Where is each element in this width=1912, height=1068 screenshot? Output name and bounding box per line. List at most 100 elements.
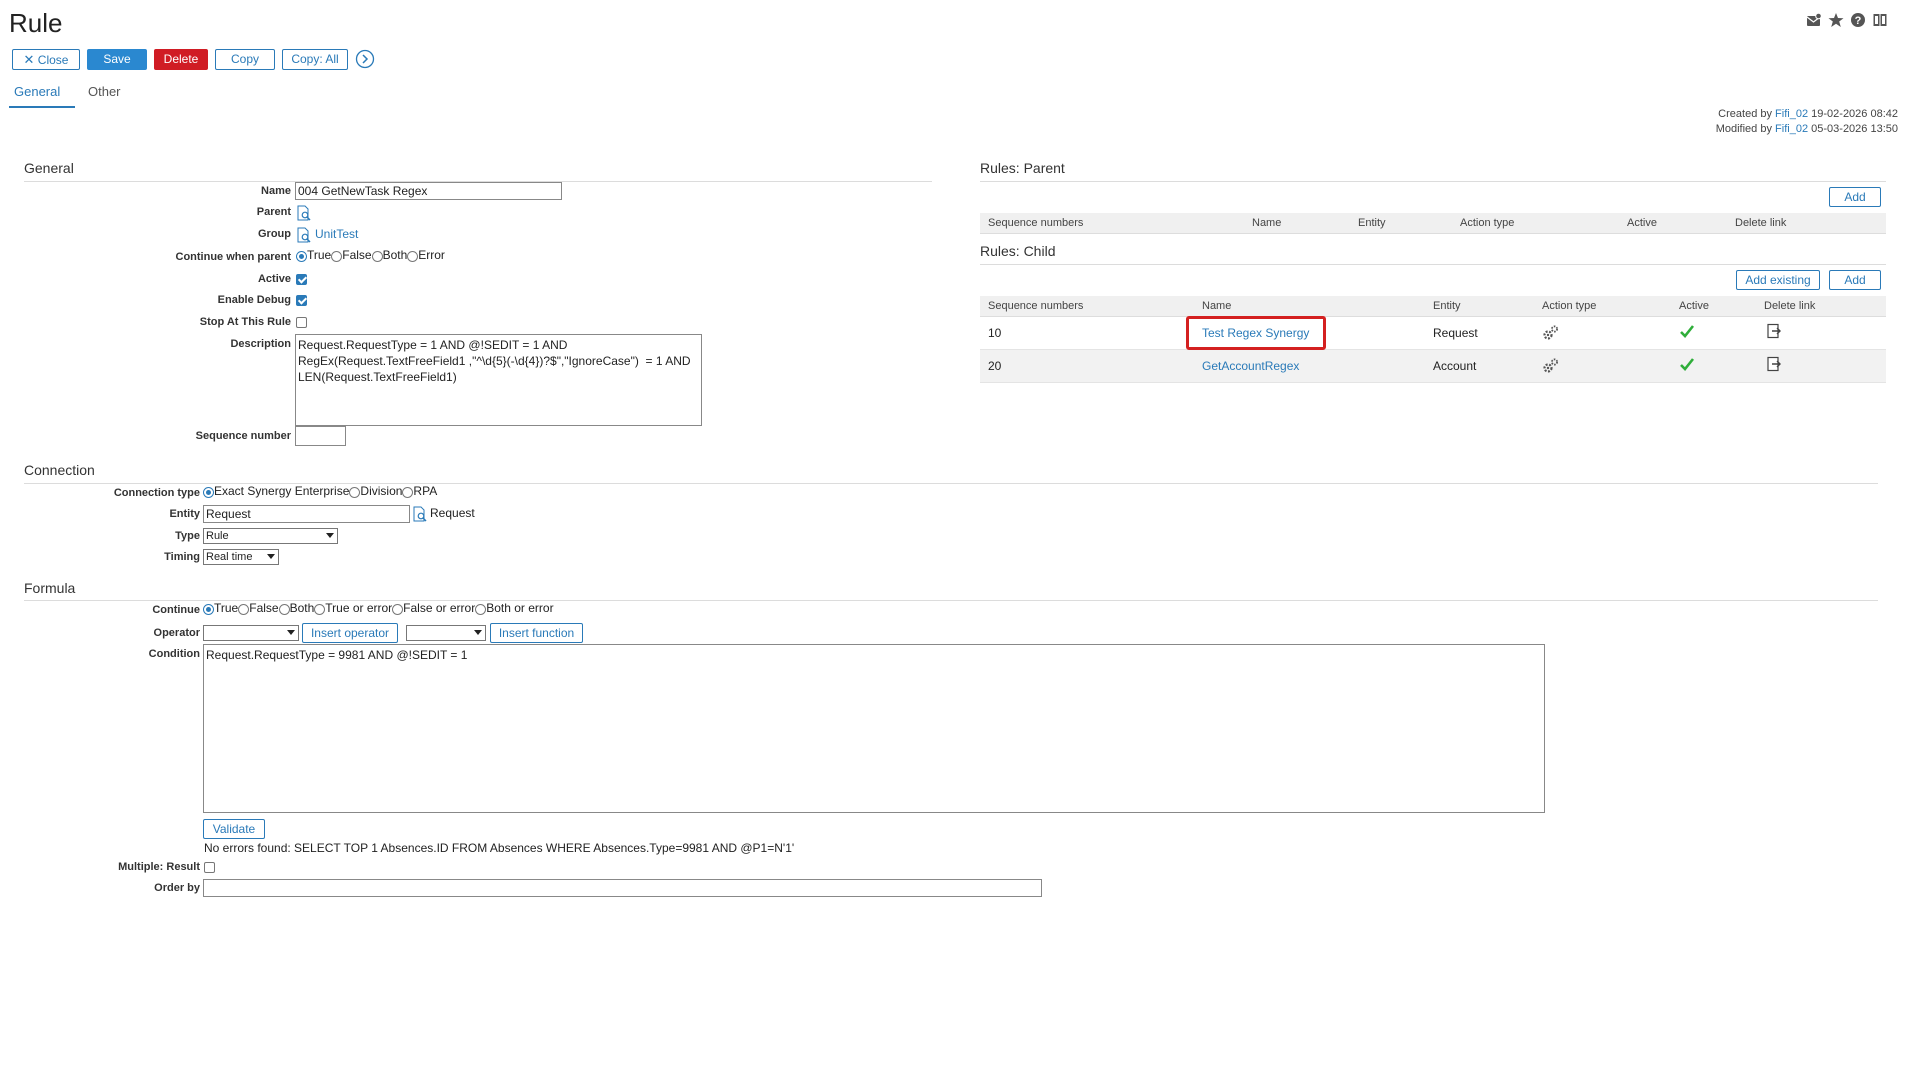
- timing-select[interactable]: Real time: [203, 549, 279, 565]
- validate-button[interactable]: Validate: [203, 819, 265, 839]
- order-by-input[interactable]: [203, 879, 1042, 897]
- entity-input[interactable]: Request: [203, 505, 410, 523]
- table-row: 10 Test Regex Synergy Request: [980, 317, 1886, 350]
- validation-message: No errors found: SELECT TOP 1 Absences.I…: [204, 841, 795, 855]
- name-label: Name: [261, 185, 291, 197]
- formula-both-or-error-option[interactable]: Both or error: [475, 601, 554, 615]
- envelope-icon[interactable]: [1806, 12, 1822, 28]
- entity-lookup-text: Request: [430, 506, 475, 520]
- help-icon[interactable]: ?: [1850, 12, 1866, 28]
- group-link[interactable]: UnitTest: [315, 227, 358, 241]
- col-name: Name: [1202, 300, 1232, 312]
- active-check-icon: [1679, 356, 1695, 375]
- copy-all-button[interactable]: Copy: All: [282, 49, 348, 70]
- continue-parent-both-option[interactable]: Both: [371, 248, 407, 262]
- col-sequence-numbers: Sequence numbers: [988, 217, 1084, 229]
- active-tab-indicator: [9, 106, 75, 108]
- stop-at-rule-checkbox[interactable]: [296, 317, 307, 328]
- col-name: Name: [1252, 217, 1282, 229]
- save-button[interactable]: Save: [87, 49, 147, 70]
- col-entity: Entity: [1433, 300, 1461, 312]
- sequence-number-label: Sequence number: [195, 430, 291, 442]
- connection-ese-option[interactable]: Exact Synergy Enterprise: [203, 484, 349, 498]
- continue-parent-true-option[interactable]: True: [296, 248, 331, 262]
- formula-both-option[interactable]: Both: [278, 601, 314, 615]
- formula-true-option[interactable]: True: [203, 601, 238, 615]
- stop-at-rule-label: Stop At This Rule: [199, 316, 291, 328]
- page-title: Rule: [9, 8, 63, 38]
- formula-true-or-error-option[interactable]: True or error: [314, 601, 392, 615]
- connection-section-title: Connection: [24, 462, 95, 478]
- formula-continue-radio-group: True False Both True or error False or e…: [203, 601, 554, 615]
- connection-division-option[interactable]: Division: [349, 484, 402, 498]
- close-button[interactable]: ✕ Close: [12, 49, 80, 70]
- col-active: Active: [1627, 217, 1657, 229]
- col-delete-link: Delete link: [1735, 217, 1787, 229]
- function-select[interactable]: [406, 625, 486, 641]
- created-user-link[interactable]: Fifi_02: [1775, 108, 1808, 120]
- formula-false-or-error-option[interactable]: False or error: [392, 601, 475, 615]
- header-icons: ?: [1806, 12, 1888, 28]
- col-sequence-numbers: Sequence numbers: [988, 300, 1084, 312]
- delete-link-icon[interactable]: [1766, 356, 1782, 375]
- tab-other[interactable]: Other: [88, 84, 121, 99]
- delete-button[interactable]: Delete: [154, 49, 208, 70]
- continue-parent-error-option[interactable]: Error: [407, 248, 445, 262]
- modified-info: Modified by Fifi_02 05-03-2026 13:50: [1715, 123, 1898, 135]
- connection-rpa-option[interactable]: RPA: [402, 484, 437, 498]
- continue-parent-false-option[interactable]: False: [331, 248, 372, 262]
- rules-parent-table-header: Sequence numbers Name Entity Action type…: [980, 213, 1886, 234]
- name-input[interactable]: 004 GetNewTask Regex: [295, 182, 562, 200]
- rules-parent-add-button[interactable]: Add: [1829, 187, 1881, 207]
- row-sequence: 10: [988, 326, 1002, 340]
- connection-type-radio-group: Exact Synergy Enterprise Division RPA: [203, 484, 437, 498]
- close-icon: ✕: [23, 52, 35, 67]
- created-info: Created by Fifi_02 19-02-2026 08:42: [1718, 108, 1898, 120]
- chevron-down-icon: [474, 630, 482, 635]
- chevron-down-icon: [267, 554, 275, 559]
- active-check-icon: [1679, 323, 1695, 342]
- active-label: Active: [257, 273, 291, 285]
- row-entity: Account: [1433, 359, 1477, 373]
- rules-child-add-button[interactable]: Add: [1829, 270, 1881, 290]
- active-checkbox[interactable]: [296, 274, 307, 285]
- formula-false-option[interactable]: False: [238, 601, 279, 615]
- parent-lookup-icon[interactable]: [296, 205, 311, 221]
- condition-textarea[interactable]: Request.RequestType = 9981 AND @!SEDIT =…: [203, 644, 1545, 813]
- timing-label: Timing: [164, 551, 200, 563]
- next-circle-icon[interactable]: [355, 49, 375, 72]
- copy-button[interactable]: Copy: [215, 49, 275, 70]
- table-row: 20 GetAccountRegex Account: [980, 350, 1886, 383]
- row-entity: Request: [1433, 326, 1478, 340]
- star-icon[interactable]: [1828, 12, 1844, 28]
- group-lookup-icon[interactable]: [296, 227, 311, 243]
- description-textarea[interactable]: Request.RequestType = 1 AND @!SEDIT = 1 …: [295, 334, 702, 426]
- chevron-down-icon: [287, 630, 295, 635]
- child-rule-link[interactable]: GetAccountRegex: [1202, 359, 1299, 373]
- type-label: Type: [175, 530, 200, 542]
- enable-debug-checkbox[interactable]: [296, 295, 307, 306]
- formula-section-title: Formula: [24, 580, 76, 596]
- entity-lookup-icon[interactable]: [412, 506, 427, 522]
- multiple-result-checkbox[interactable]: [204, 862, 215, 873]
- description-label: Description: [230, 338, 291, 350]
- sequence-number-input[interactable]: [295, 426, 346, 446]
- operator-select[interactable]: [203, 625, 299, 641]
- rules-child-table-header: Sequence numbers Name Entity Action type…: [980, 296, 1886, 317]
- insert-operator-button[interactable]: Insert operator: [302, 623, 398, 643]
- tab-general[interactable]: General: [14, 84, 60, 99]
- svg-text:?: ?: [1855, 15, 1862, 27]
- divider: [980, 264, 1886, 265]
- condition-label: Condition: [148, 648, 200, 660]
- type-select[interactable]: Rule: [203, 528, 338, 544]
- modified-user-link[interactable]: Fifi_02: [1775, 123, 1808, 135]
- continue-when-parent-label: Continue when parent: [175, 251, 292, 263]
- highlight-annotation-box: [1186, 316, 1326, 350]
- rules-child-add-existing-button[interactable]: Add existing: [1736, 270, 1820, 290]
- order-by-label: Order by: [154, 882, 200, 894]
- gears-icon: [1542, 324, 1560, 345]
- book-icon[interactable]: [1872, 12, 1888, 28]
- delete-link-icon[interactable]: [1766, 323, 1782, 342]
- insert-function-button[interactable]: Insert function: [490, 623, 583, 643]
- col-action-type: Action type: [1460, 217, 1515, 229]
